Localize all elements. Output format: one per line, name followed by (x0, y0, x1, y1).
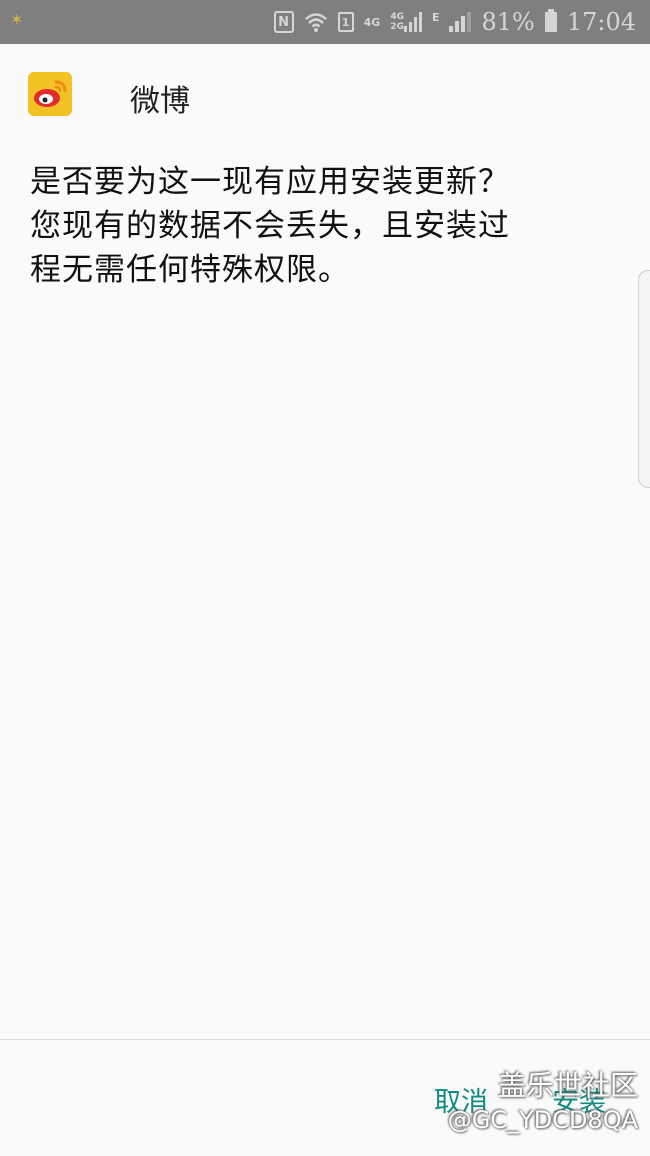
network-4g-small-label: 4G (390, 12, 404, 22)
message-line-2: 您现有的数据不会丢失，且安装过 (30, 208, 510, 244)
signal-icon (449, 12, 472, 32)
network-e-label: E (431, 10, 440, 24)
status-bar: ✶ N 1 4G 4G 2G E 81% 17:04 (0, 0, 650, 44)
watermark-site: 盖乐世社区 (497, 1069, 638, 1102)
footer-divider (0, 1039, 650, 1040)
message-line-3: 程无需任何特殊权限。 (30, 252, 350, 288)
message-line-1: 是否要为这一现有应用安装更新？ (30, 164, 510, 200)
status-icons: N 1 4G 4G 2G E 81% 17:04 (273, 0, 636, 44)
weibo-logo-icon (28, 72, 72, 116)
battery-percent: 81% (481, 8, 535, 36)
app-title: 微博 (130, 84, 190, 119)
wifi-icon (304, 11, 328, 33)
notification-star-icon: ✶ (10, 10, 24, 29)
clock: 17:04 (566, 8, 636, 36)
install-update-message: 是否要为这一现有应用安装更新？ 您现有的数据不会丢失，且安装过 程无需任何特殊权… (30, 160, 600, 292)
scroll-handle[interactable] (638, 270, 650, 488)
network-4g-label: 4G (363, 15, 381, 29)
nfc-icon: N (273, 11, 294, 33)
network-2g-small-label: 2G (390, 22, 404, 32)
sim-1-icon: 1 (337, 12, 354, 32)
dual-signal-icon: 4G 2G (390, 12, 422, 32)
battery-icon (544, 9, 557, 32)
watermark-user: @GC_YDCD8QA (447, 1106, 638, 1134)
